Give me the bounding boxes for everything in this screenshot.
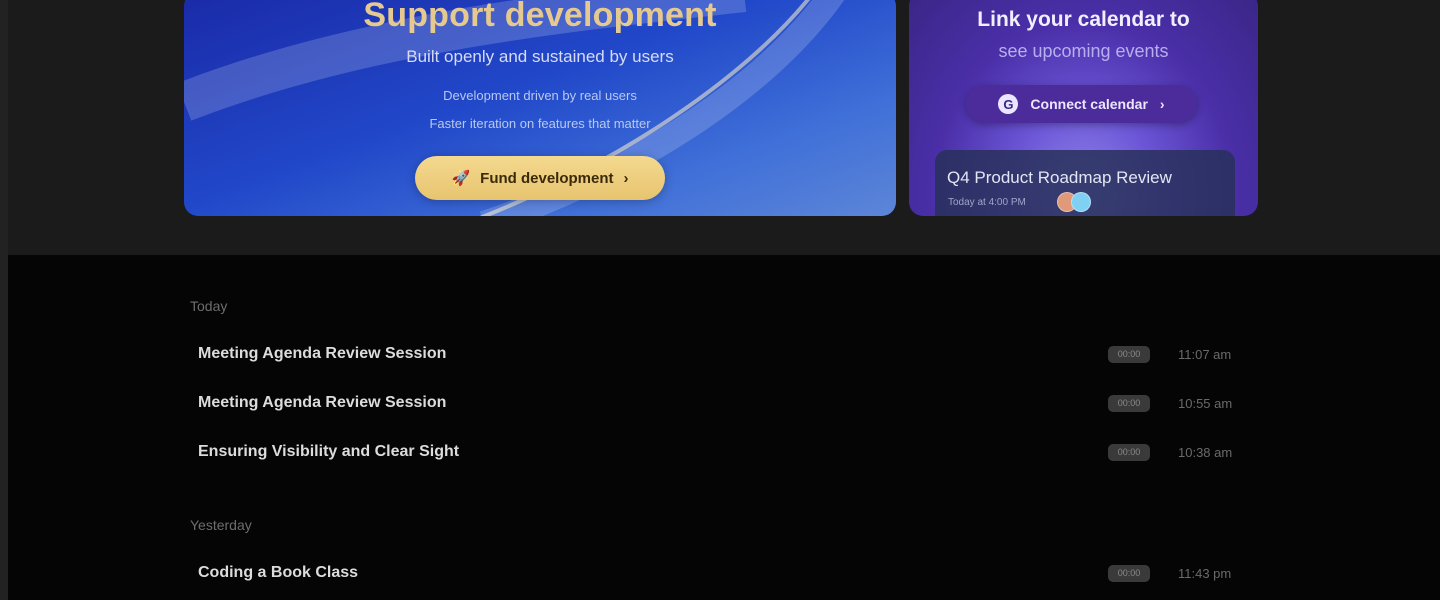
list-item[interactable]: Coding a Book Class 00:00 11:43 pm xyxy=(184,553,1260,593)
event-title: Q4 Product Roadmap Review xyxy=(947,168,1172,187)
list-item-time: 11:07 am xyxy=(1178,346,1232,362)
avatar xyxy=(1071,192,1091,212)
duration-badge: 00:00 xyxy=(1108,394,1150,412)
list-item[interactable]: Meeting Agenda Review Session 00:00 11:0… xyxy=(184,334,1260,374)
list-item-title: Meeting Agenda Review Session xyxy=(198,345,447,362)
support-benefit-2: Faster iteration on features that matter xyxy=(429,116,651,131)
support-development-card: Support development Built openly and sus… xyxy=(184,0,896,216)
list-item-time: 10:55 am xyxy=(1178,395,1233,411)
support-title: Support development xyxy=(363,0,717,34)
support-subtitle: Built openly and sustained by users xyxy=(406,47,674,66)
duration-badge: 00:00 xyxy=(1108,345,1150,363)
fund-development-label: Fund development xyxy=(480,169,614,187)
connect-calendar-button[interactable]: G Connect calendar › xyxy=(966,85,1197,123)
event-preview-card: Q4 Product Roadmap Review Today at 4:00 … xyxy=(935,150,1235,216)
section-label-today: Today xyxy=(190,298,228,314)
calendar-card-title: Link your calendar to xyxy=(977,8,1190,31)
sidebar-edge xyxy=(0,0,8,600)
rocket-icon: 🚀 xyxy=(451,170,471,187)
arrow-right-icon: › xyxy=(623,169,629,187)
duration-badge: 00:00 xyxy=(1108,564,1150,582)
section-label-yesterday: Yesterday xyxy=(190,517,252,533)
list-item[interactable]: Meeting Agenda Review Session 00:00 10:5… xyxy=(184,383,1260,423)
attendee-avatars xyxy=(1057,192,1091,212)
list-item-title: Meeting Agenda Review Session xyxy=(198,394,447,411)
list-item-title: Ensuring Visibility and Clear Sight xyxy=(198,443,460,460)
calendar-card-subtitle: see upcoming events xyxy=(998,41,1169,61)
duration-badge: 00:00 xyxy=(1108,443,1150,461)
google-icon: G xyxy=(998,94,1019,114)
calendar-link-card: Link your calendar to see upcoming event… xyxy=(909,0,1258,216)
support-benefit-1: Development driven by real users xyxy=(443,88,637,103)
list-item-title: Coding a Book Class xyxy=(198,564,359,581)
list-item-time: 10:38 am xyxy=(1178,444,1233,460)
fund-development-button[interactable]: 🚀 Fund development › xyxy=(415,156,665,200)
arrow-right-icon: › xyxy=(1159,96,1165,112)
list-item-time: 11:43 pm xyxy=(1178,565,1232,581)
event-time: Today at 4:00 PM xyxy=(948,197,1026,208)
connect-calendar-label: Connect calendar xyxy=(1030,96,1148,112)
list-item[interactable]: Ensuring Visibility and Clear Sight 00:0… xyxy=(184,432,1260,472)
